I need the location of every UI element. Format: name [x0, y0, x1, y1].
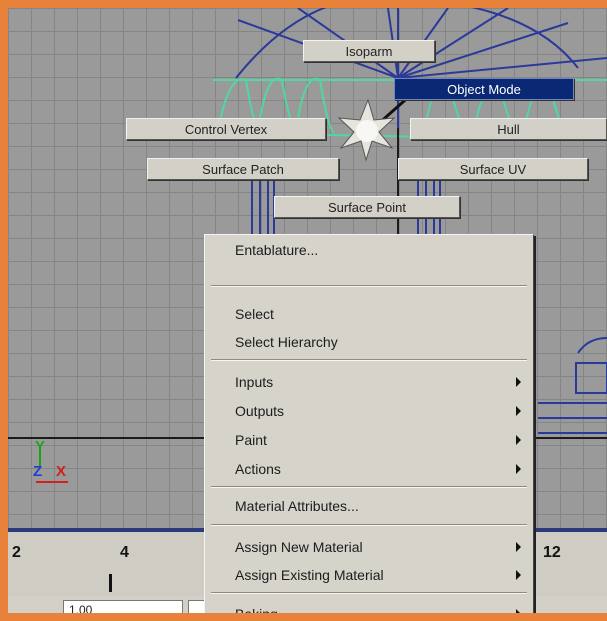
submenu-arrow-icon	[516, 570, 521, 580]
menu-item-select[interactable]: Select	[205, 301, 533, 327]
range-start-field[interactable]: 1.00	[63, 600, 183, 613]
marking-surface-uv[interactable]: Surface UV	[398, 158, 588, 180]
axis-z-label: Z	[33, 463, 43, 480]
axis-y-label: Y	[35, 438, 46, 455]
menu-separator	[211, 285, 527, 287]
menu-item-paint[interactable]: Paint	[205, 427, 533, 453]
menu-item-label: Assign New Material	[235, 539, 363, 555]
current-time-marker[interactable]	[109, 574, 112, 592]
menu-item-label: Inputs	[235, 374, 274, 390]
submenu-arrow-icon	[516, 609, 521, 613]
submenu-arrow-icon	[516, 464, 521, 474]
menu-item-assign-existing-material[interactable]: Assign Existing Material	[205, 562, 533, 588]
tick-label: 12	[543, 544, 561, 561]
menu-item-label: Assign Existing Material	[235, 567, 384, 583]
menu-item-select-hierarchy[interactable]: Select Hierarchy	[205, 329, 533, 355]
submenu-arrow-icon	[516, 377, 521, 387]
menu-item-label: Paint	[235, 432, 267, 448]
menu-item-baking[interactable]: Baking	[205, 601, 533, 621]
menu-separator	[211, 486, 527, 488]
menu-item-outputs[interactable]: Outputs	[205, 398, 533, 424]
axis-x-label: X	[56, 463, 67, 480]
marking-surface-point[interactable]: Surface Point	[274, 196, 460, 218]
marking-control-vertex[interactable]: Control Vertex	[126, 118, 326, 140]
menu-item-actions[interactable]: Actions	[205, 456, 533, 482]
menu-item-label: Outputs	[235, 403, 285, 419]
menu-separator	[211, 359, 527, 361]
dome-wireframe	[235, 8, 607, 128]
menu-item-material-attributes[interactable]: Material Attributes...	[205, 493, 533, 519]
menu-item-entablature[interactable]: Entablature...	[205, 237, 533, 263]
marking-object-mode[interactable]: Object Mode	[394, 78, 574, 100]
menu-item-inputs[interactable]: Inputs	[205, 369, 533, 395]
marking-hull[interactable]: Hull	[410, 118, 607, 140]
menu-item-label: Baking	[235, 606, 278, 621]
menu-item-label: Actions	[235, 461, 281, 477]
tick-label: 4	[120, 544, 129, 561]
menu-separator	[211, 524, 527, 526]
marking-surface-patch[interactable]: Surface Patch	[147, 158, 339, 180]
submenu-arrow-icon	[516, 406, 521, 416]
menu-item-assign-new-material[interactable]: Assign New Material	[205, 534, 533, 560]
screenshot-frame: Isoparm Object Mode Control Vertex Hull …	[0, 0, 607, 621]
submenu-arrow-icon	[516, 542, 521, 552]
marking-isoparm[interactable]: Isoparm	[303, 40, 435, 62]
submenu-arrow-icon	[516, 435, 521, 445]
context-menu: Entablature... Select Select Hierarchy I…	[204, 234, 534, 621]
tick-label: 2	[12, 544, 21, 561]
marking-menu-center-icon	[337, 98, 396, 162]
menu-separator	[211, 592, 527, 594]
